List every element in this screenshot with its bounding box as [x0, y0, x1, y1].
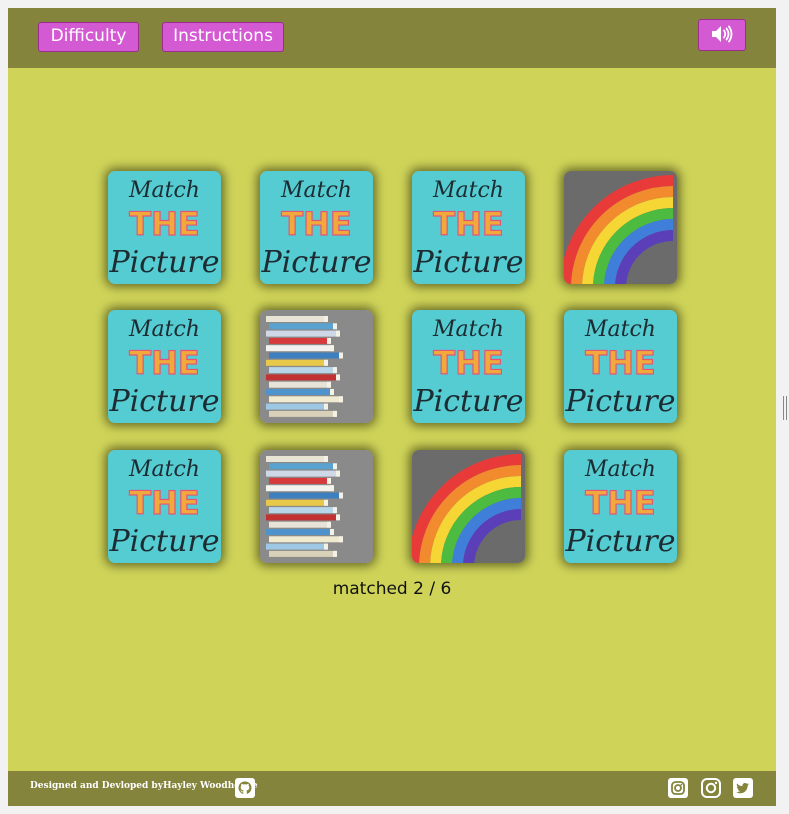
footer-bar: Designed and Devloped byHayley Woodhouse — [8, 771, 776, 806]
game-board: Match THE Picture Match THE Picture Match THE Pi… — [8, 68, 776, 771]
card-face-down[interactable]: Match THE Picture — [564, 310, 677, 423]
designer-credit: Designed and Devloped byHayley Woodhouse — [30, 781, 258, 791]
logo-match-text: Match — [432, 178, 504, 203]
logo-picture-text: Picture — [108, 524, 219, 559]
card-rainbow[interactable] — [564, 171, 677, 284]
books-picture — [260, 450, 373, 563]
logo-match-text: Match — [584, 317, 656, 342]
match-the-picture-logo: MatchTHEPicture — [564, 457, 675, 559]
logo-match-text: Match — [128, 457, 200, 482]
logo-the-text: THE — [129, 484, 199, 522]
instagram-icon[interactable] — [701, 778, 721, 798]
logo-the-text: THE — [281, 205, 351, 243]
match-status: matched 2 / 6 — [332, 579, 452, 599]
logo-picture-text: Picture — [564, 524, 675, 559]
logo-picture-text: Picture — [412, 384, 523, 419]
logo-match-text: Match — [128, 317, 200, 342]
top-nav-bar: Difficulty Instructions — [8, 8, 776, 68]
logo-picture-text: Picture — [412, 245, 523, 280]
logo-match-text: Match — [128, 178, 200, 203]
match-the-picture-logo: MatchTHEPicture — [108, 317, 219, 419]
card-rainbow[interactable] — [412, 450, 525, 563]
logo-picture-text: Picture — [108, 245, 219, 280]
instagram-icon[interactable] — [668, 778, 688, 798]
card-books[interactable] — [260, 310, 373, 423]
logo-the-text: THE — [129, 344, 199, 382]
match-the-picture-logo: MatchTHEPicture — [108, 457, 219, 559]
card-face-down[interactable]: Match THE Picture — [564, 450, 677, 563]
logo-match-text: Match — [584, 457, 656, 482]
logo-the-text: THE — [585, 484, 655, 522]
logo-match-text: Match — [432, 317, 504, 342]
resize-handle[interactable] — [783, 396, 787, 420]
game-frame: Difficulty Instructions Match THE Picture M… — [8, 8, 776, 806]
rainbow-picture — [564, 171, 677, 284]
match-the-picture-logo: MatchTHEPicture — [260, 178, 371, 280]
match-the-picture-logo: MatchTHEPicture — [412, 178, 523, 280]
logo-picture-text: Picture — [564, 384, 675, 419]
card-face-down[interactable]: Match THE Picture — [108, 171, 221, 284]
logo-the-text: THE — [433, 344, 503, 382]
card-face-down[interactable]: Match THE Picture — [108, 310, 221, 423]
card-face-down[interactable]: Match THE Picture — [412, 310, 525, 423]
logo-match-text: Match — [280, 178, 352, 203]
logo-the-text: THE — [433, 205, 503, 243]
books-picture — [260, 310, 373, 423]
card-face-down[interactable]: Match THE Picture — [260, 171, 373, 284]
card-face-down[interactable]: Match THE Picture — [108, 450, 221, 563]
twitter-icon[interactable] — [733, 778, 753, 798]
instructions-button[interactable]: Instructions — [162, 22, 284, 52]
rainbow-picture — [412, 450, 525, 563]
card-face-down[interactable]: Match THE Picture — [412, 171, 525, 284]
card-books[interactable] — [260, 450, 373, 563]
logo-the-text: THE — [129, 205, 199, 243]
difficulty-button[interactable]: Difficulty — [38, 22, 139, 52]
logo-picture-text: Picture — [108, 384, 219, 419]
match-the-picture-logo: MatchTHEPicture — [108, 178, 219, 280]
logo-the-text: THE — [585, 344, 655, 382]
github-icon[interactable] — [235, 778, 255, 798]
match-the-picture-logo: MatchTHEPicture — [564, 317, 675, 419]
volume-up-icon — [710, 24, 734, 44]
sound-toggle-button[interactable] — [698, 19, 746, 51]
match-the-picture-logo: MatchTHEPicture — [412, 317, 523, 419]
logo-picture-text: Picture — [260, 245, 371, 280]
